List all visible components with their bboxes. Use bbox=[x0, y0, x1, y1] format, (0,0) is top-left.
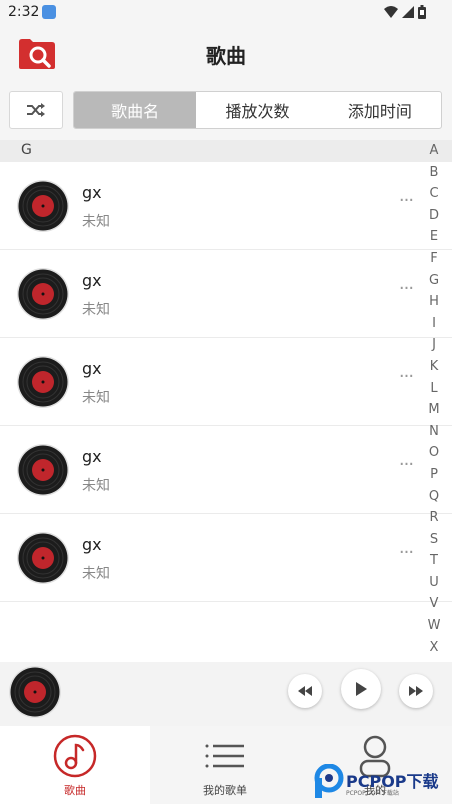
list-icon bbox=[205, 744, 244, 768]
pcpop-logo-icon bbox=[314, 764, 344, 798]
mini-player bbox=[0, 662, 452, 726]
fast-forward-icon bbox=[409, 686, 423, 696]
tab-song-name[interactable]: 歌曲名 bbox=[74, 92, 197, 128]
song-title: gx bbox=[82, 183, 102, 202]
sort-tabs: 歌曲名 播放次数 添加时间 bbox=[73, 91, 442, 129]
section-header: G bbox=[0, 140, 452, 162]
shuffle-icon bbox=[27, 103, 45, 117]
list-item[interactable]: gx 未知 ··· bbox=[0, 250, 452, 338]
alpha-index-letter[interactable]: G bbox=[424, 270, 444, 292]
nav-label: 我的歌单 bbox=[203, 784, 247, 797]
alpha-index-letter[interactable]: N bbox=[424, 421, 444, 443]
song-artist: 未知 bbox=[82, 566, 110, 582]
vinyl-disc-icon bbox=[17, 444, 69, 496]
tab-date-added[interactable]: 添加时间 bbox=[319, 92, 441, 128]
list-item[interactable]: gx 未知 ··· bbox=[0, 426, 452, 514]
music-note-icon bbox=[53, 734, 97, 778]
now-playing-disc-icon[interactable] bbox=[9, 666, 61, 718]
watermark-subtext: PCPOP.COM下载站 bbox=[346, 790, 399, 797]
next-button[interactable] bbox=[399, 674, 433, 708]
alpha-index-letter[interactable]: H bbox=[424, 291, 444, 313]
alpha-index-letter[interactable]: S bbox=[424, 529, 444, 551]
status-bar: 2:32 bbox=[0, 0, 452, 26]
status-time: 2:32 bbox=[8, 4, 40, 20]
alpha-index-letter[interactable]: C bbox=[424, 183, 444, 205]
play-button[interactable] bbox=[341, 669, 381, 709]
battery-icon bbox=[418, 5, 426, 19]
song-artist: 未知 bbox=[82, 302, 110, 318]
vinyl-disc-icon bbox=[17, 532, 69, 584]
sort-toolbar: 歌曲名 播放次数 添加时间 bbox=[0, 80, 452, 140]
watermark: PCPOP下载 PCPOP.COM下载站 bbox=[312, 764, 452, 804]
gallery-notification-icon bbox=[42, 5, 56, 19]
page-title: 歌曲 bbox=[206, 44, 246, 68]
top-bar: 歌曲 bbox=[0, 26, 452, 80]
song-list: gx 未知 ··· gx 未知 ··· gx 未知 ··· gx 未知 ··· bbox=[0, 162, 452, 602]
alpha-index-letter[interactable]: M bbox=[424, 399, 444, 421]
list-item[interactable]: gx 未知 ··· bbox=[0, 338, 452, 426]
alpha-index-letter[interactable]: P bbox=[424, 464, 444, 486]
alpha-index-letter[interactable]: Q bbox=[424, 486, 444, 508]
status-icons bbox=[384, 5, 426, 19]
more-options-button[interactable]: ··· bbox=[394, 456, 418, 479]
alphabet-index[interactable]: A B C D E F G H I J K L M N O P Q R S T … bbox=[424, 140, 444, 660]
alpha-index-letter[interactable]: U bbox=[424, 572, 444, 594]
song-title: gx bbox=[82, 271, 102, 290]
vinyl-disc-icon bbox=[17, 268, 69, 320]
more-options-button[interactable]: ··· bbox=[394, 544, 418, 567]
alpha-index-letter[interactable]: X bbox=[424, 637, 444, 659]
song-artist: 未知 bbox=[82, 390, 110, 406]
alpha-index-letter[interactable]: I bbox=[424, 313, 444, 335]
alpha-index-letter[interactable]: T bbox=[424, 550, 444, 572]
more-options-button[interactable]: ··· bbox=[394, 280, 418, 303]
alpha-index-letter[interactable]: V bbox=[424, 593, 444, 615]
vinyl-disc-icon bbox=[17, 180, 69, 232]
alpha-index-letter[interactable]: L bbox=[424, 378, 444, 400]
alpha-index-letter[interactable]: J bbox=[424, 334, 444, 356]
nav-item-playlists[interactable]: 我的歌单 bbox=[150, 726, 300, 804]
song-title: gx bbox=[82, 447, 102, 466]
nav-label: 歌曲 bbox=[64, 784, 86, 797]
list-item[interactable]: gx 未知 ··· bbox=[0, 514, 452, 602]
alpha-index-letter[interactable]: E bbox=[424, 226, 444, 248]
alpha-index-letter[interactable]: O bbox=[424, 442, 444, 464]
play-icon bbox=[356, 682, 367, 696]
rewind-icon bbox=[298, 686, 312, 696]
more-options-button[interactable]: ··· bbox=[394, 368, 418, 391]
shuffle-button[interactable] bbox=[9, 91, 63, 129]
alpha-index-letter[interactable]: F bbox=[424, 248, 444, 270]
nav-item-songs[interactable]: 歌曲 bbox=[0, 726, 150, 804]
alpha-index-letter[interactable]: R bbox=[424, 507, 444, 529]
song-title: gx bbox=[82, 359, 102, 378]
vinyl-disc-icon bbox=[17, 356, 69, 408]
alpha-index-letter[interactable]: K bbox=[424, 356, 444, 378]
song-artist: 未知 bbox=[82, 478, 110, 494]
alpha-index-letter[interactable]: D bbox=[424, 205, 444, 227]
list-item[interactable]: gx 未知 ··· bbox=[0, 162, 452, 250]
wifi-icon bbox=[384, 6, 398, 18]
song-artist: 未知 bbox=[82, 214, 110, 230]
signal-icon bbox=[402, 6, 414, 18]
section-letter: G bbox=[21, 142, 32, 158]
alpha-index-letter[interactable]: A bbox=[424, 140, 444, 162]
more-options-button[interactable]: ··· bbox=[394, 192, 418, 215]
alpha-index-letter[interactable]: B bbox=[424, 162, 444, 184]
song-title: gx bbox=[82, 535, 102, 554]
alpha-index-letter[interactable]: W bbox=[424, 615, 444, 637]
tab-play-count[interactable]: 播放次数 bbox=[196, 92, 318, 128]
previous-button[interactable] bbox=[288, 674, 322, 708]
